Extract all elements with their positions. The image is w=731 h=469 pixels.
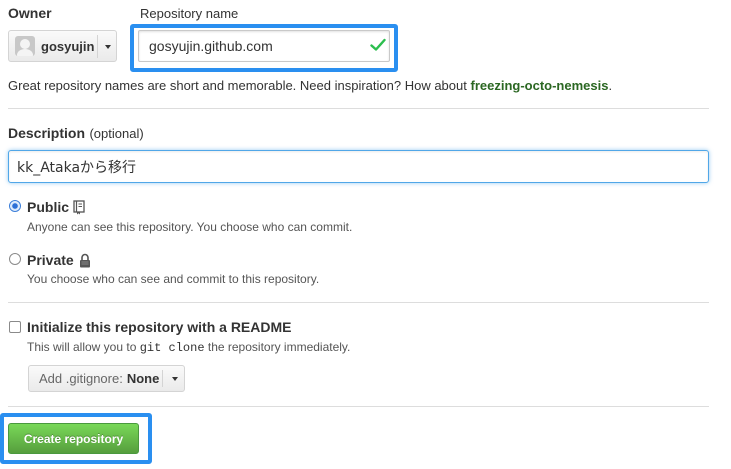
caret-down-icon	[105, 45, 111, 49]
lock-icon	[79, 253, 90, 267]
description-label: Description (optional)	[8, 125, 144, 141]
readme-checkbox[interactable]	[9, 321, 21, 333]
git-clone-code: git clone	[139, 341, 205, 355]
description-input[interactable]	[8, 150, 709, 183]
caret-down-icon	[172, 377, 178, 381]
owner-name: gosyujin	[41, 38, 95, 54]
private-radio[interactable]	[9, 253, 21, 265]
name-suggestion-link[interactable]: freezing-octo-nemesis	[470, 78, 608, 93]
divider	[8, 302, 709, 303]
public-description: Anyone can see this repository. You choo…	[27, 220, 353, 234]
divider	[8, 108, 709, 109]
private-title: Private	[27, 252, 74, 268]
owner-select[interactable]: gosyujin	[8, 30, 117, 62]
optional-tag: (optional)	[89, 126, 144, 141]
private-option[interactable]: Private	[27, 252, 91, 268]
private-description: You choose who can see and commit to thi…	[27, 272, 320, 286]
gitignore-value: None	[126, 371, 160, 386]
repository-name-highlight	[130, 24, 398, 72]
readme-title[interactable]: Initialize this repository with a README	[27, 319, 291, 335]
readme-description: This will allow you to git clone the rep…	[27, 340, 351, 355]
gitignore-select[interactable]: Add .gitignore: None	[28, 365, 185, 392]
public-title: Public	[27, 199, 70, 215]
repository-name-hint: Great repository names are short and mem…	[8, 78, 613, 93]
repository-name-label: Repository name	[140, 6, 239, 21]
divider	[8, 406, 709, 407]
public-radio[interactable]	[9, 200, 21, 212]
user-avatar-icon	[15, 36, 35, 56]
create-button-highlight	[0, 413, 152, 464]
public-option[interactable]: Public	[27, 199, 85, 215]
owner-label: Owner	[8, 5, 52, 21]
repo-book-icon	[73, 199, 85, 214]
gitignore-prefix: Add .gitignore:	[39, 371, 123, 386]
